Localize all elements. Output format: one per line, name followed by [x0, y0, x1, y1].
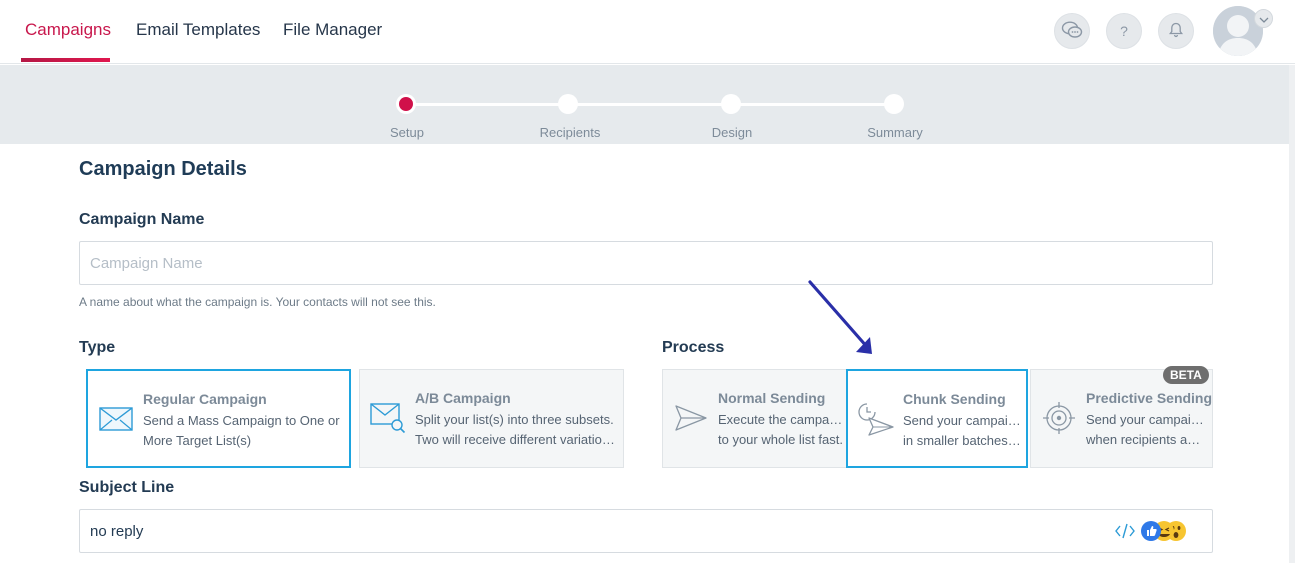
target-icon [1039, 400, 1079, 436]
step-summary-label: Summary [867, 125, 923, 140]
subject-tools [1114, 519, 1190, 548]
tab-file-manager[interactable]: File Manager [283, 20, 382, 40]
card-description: Split your list(s) into three subsets. T… [415, 412, 615, 447]
active-tab-indicator [21, 58, 110, 62]
chat-button[interactable] [1054, 13, 1090, 49]
paper-plane-icon [671, 400, 711, 436]
clock-plane-icon [856, 401, 896, 437]
chevron-down-icon [1259, 10, 1269, 28]
notifications-button[interactable] [1158, 13, 1194, 49]
card-title: Chunk Sending [903, 391, 1006, 407]
type-regular-campaign[interactable]: Regular Campaign Send a Mass Campaign to… [86, 369, 351, 468]
annotation-arrow-icon [808, 280, 872, 354]
campaign-name-label: Campaign Name [79, 211, 205, 228]
page-title: Campaign Details [79, 158, 247, 180]
type-label: Type [79, 339, 116, 356]
card-title: Regular Campaign [143, 391, 267, 407]
campaign-name-help: A name about what the campaign is. Your … [79, 295, 436, 309]
user-menu-toggle[interactable] [1254, 9, 1273, 28]
card-description: Send a Mass Campaign to One or More Targ… [143, 413, 340, 448]
help-button[interactable]: ? [1106, 13, 1142, 49]
card-title: Predictive Sending [1086, 390, 1213, 406]
card-description: Execute the campaign to your whole list … [718, 412, 843, 447]
tab-email-templates[interactable]: Email Templates [136, 20, 260, 40]
process-chunk-sending[interactable]: Chunk Sending Send your campaign in smal… [846, 369, 1028, 468]
step-setup-label: Setup [390, 125, 424, 140]
stepper-line [406, 103, 895, 106]
help-icon: ? [1120, 23, 1128, 39]
beta-badge: BETA [1163, 366, 1209, 384]
card-title: Normal Sending [718, 390, 826, 406]
step-summary-dot[interactable] [884, 94, 904, 114]
step-setup-dot[interactable] [396, 94, 416, 114]
card-title: A/B Campaign [415, 390, 511, 406]
chat-icon [1061, 20, 1083, 43]
scrollbar[interactable] [1289, 65, 1295, 563]
step-recipients-dot[interactable] [558, 94, 578, 114]
envelope-icon [96, 401, 136, 437]
code-icon[interactable] [1114, 521, 1136, 546]
process-label: Process [662, 339, 725, 356]
step-design-dot[interactable] [721, 94, 741, 114]
tab-campaigns[interactable]: Campaigns [25, 20, 111, 40]
card-description: Send your campaign in smaller batches t… [903, 413, 1021, 448]
type-ab-campaign[interactable]: A/B Campaign Split your list(s) into thr… [359, 369, 624, 468]
subject-line-input[interactable] [79, 509, 1213, 553]
bell-icon [1169, 22, 1183, 41]
top-navigation: Campaigns Email Templates File Manager ? [0, 0, 1295, 64]
step-design-label: Design [711, 125, 753, 140]
process-normal-sending[interactable]: Normal Sending Execute the campaign to y… [662, 369, 848, 468]
step-recipients-label: Recipients [539, 125, 601, 140]
campaign-name-input[interactable] [79, 241, 1213, 285]
subject-line-label: Subject Line [79, 479, 175, 496]
emoji-icon[interactable] [1140, 519, 1190, 548]
card-description: Send your campaign when recipients are… [1086, 412, 1204, 447]
envelope-search-icon [368, 400, 408, 436]
